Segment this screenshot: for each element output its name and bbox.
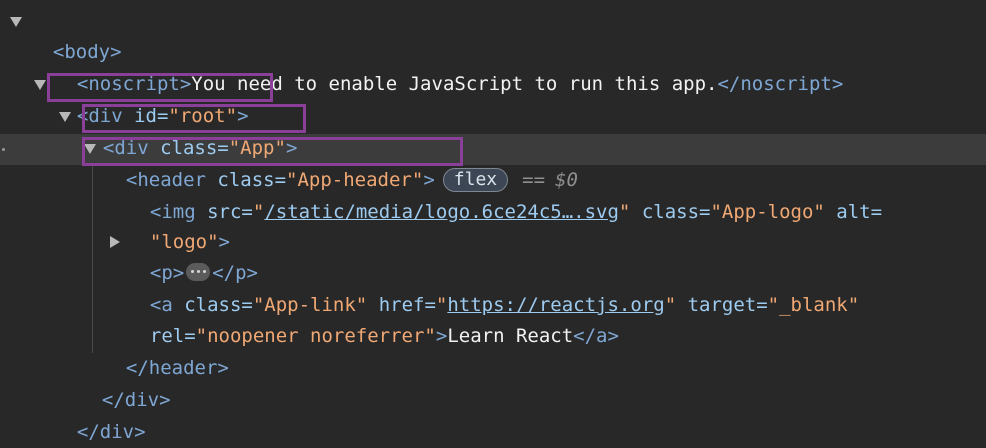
img-node-cont[interactable]: "logo"> bbox=[127, 196, 230, 253]
noscript-close-tag: </noscript> bbox=[717, 73, 844, 95]
selection-marker bbox=[2, 148, 5, 151]
img-class-attr: class= bbox=[630, 201, 711, 223]
a-target-val: "_blank" bbox=[767, 294, 860, 316]
p-node[interactable]: <p> </p> bbox=[127, 227, 258, 284]
img-node[interactable]: <img src="/static/media/logo.6ce24c5….sv… bbox=[127, 166, 882, 223]
body-node[interactable]: <body> bbox=[30, 6, 122, 63]
img-class-val: "App-logo" bbox=[710, 201, 825, 223]
highlight-header bbox=[82, 137, 463, 166]
indent-guide bbox=[92, 165, 93, 353]
highlight-app-div bbox=[82, 104, 306, 133]
a-text: Learn React bbox=[447, 325, 574, 347]
a-close: </a> bbox=[573, 325, 619, 347]
a-target-attr: target= bbox=[676, 294, 768, 316]
a-href-quote-close: " bbox=[664, 294, 677, 316]
a-node-cont[interactable]: rel="noopener noreferrer">Learn React</a… bbox=[127, 290, 619, 347]
a-rel-val: "noopener noreferrer" bbox=[195, 325, 436, 347]
expand-root-div-icon[interactable] bbox=[34, 80, 46, 90]
root-div-close-tag: </div> bbox=[76, 421, 146, 443]
img-alt-attr: alt= bbox=[824, 201, 883, 223]
expand-body-icon[interactable] bbox=[10, 17, 22, 27]
noscript-node[interactable]: <noscript>You need to enable JavaScript … bbox=[54, 38, 843, 95]
header-close-node[interactable]: </header> bbox=[103, 322, 229, 379]
highlight-root-div bbox=[47, 73, 273, 102]
root-div-close-node[interactable]: </div> bbox=[54, 386, 146, 443]
a-close-bracket: > bbox=[435, 325, 448, 347]
expand-p-icon[interactable] bbox=[110, 236, 120, 248]
expand-app-div-icon[interactable] bbox=[59, 112, 71, 122]
img-src-link[interactable]: /static/media/logo.6ce24c5….svg bbox=[264, 201, 619, 223]
img-src-quote-close: " bbox=[618, 201, 631, 223]
img-src-quote-open: " bbox=[252, 201, 265, 223]
a-node[interactable]: <a class="App-link" href="https://reactj… bbox=[127, 259, 859, 316]
app-div-close-node[interactable]: </div> bbox=[79, 354, 171, 411]
